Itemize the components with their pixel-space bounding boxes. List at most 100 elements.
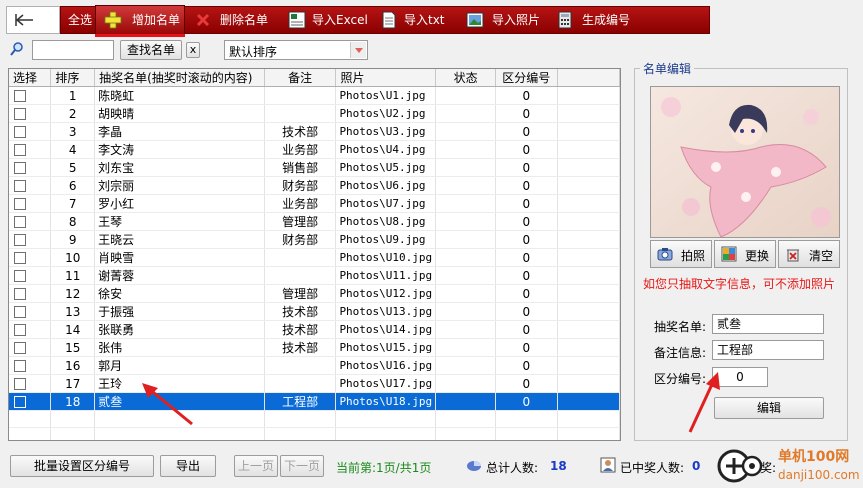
table-row[interactable]: 2 胡映晴 Photos\U2.jpg 0 xyxy=(9,104,620,123)
clear-search-button[interactable]: x xyxy=(186,42,200,58)
column-header-order[interactable]: 排序 xyxy=(50,69,96,87)
table-row[interactable]: 11 谢菁蓉 Photos\U11.jpg 0 xyxy=(9,266,620,285)
row-checkbox[interactable] xyxy=(14,288,26,300)
select-all-button[interactable]: 全选 xyxy=(66,6,94,34)
row-checkbox[interactable] xyxy=(14,234,26,246)
cell-code: 0 xyxy=(495,194,558,213)
cell-status xyxy=(435,176,496,195)
table-row[interactable]: 1 陈晓虹 Photos\U1.jpg 0 xyxy=(9,86,620,105)
table-row[interactable]: 15 张伟 技术部 Photos\U15.jpg 0 xyxy=(9,338,620,357)
row-checkbox[interactable] xyxy=(14,180,26,192)
cell-status xyxy=(435,410,496,428)
cell-status xyxy=(435,392,496,411)
column-header-name[interactable]: 抽奖名单(抽奖时滚动的内容) xyxy=(94,69,265,87)
cell-select xyxy=(9,427,52,440)
table-row[interactable]: 6 刘宗丽 财务部 Photos\U6.jpg 0 xyxy=(9,176,620,195)
import-photo-button[interactable]: 导入照片 xyxy=(464,6,546,34)
table-row[interactable] xyxy=(9,410,620,428)
cell-photo: Photos\U17.jpg xyxy=(335,374,437,393)
cell-name: 谢菁蓉 xyxy=(94,266,265,285)
table-row[interactable]: 8 王琴 管理部 Photos\U8.jpg 0 xyxy=(9,212,620,231)
row-checkbox[interactable] xyxy=(14,198,26,210)
row-checkbox[interactable] xyxy=(14,108,26,120)
edit-button[interactable]: 编辑 xyxy=(714,397,824,419)
cell-note: 销售部 xyxy=(264,158,337,177)
table-row[interactable]: 9 王晓云 财务部 Photos\U9.jpg 0 xyxy=(9,230,620,249)
cell-select xyxy=(9,410,52,428)
table-row[interactable]: 3 李晶 技术部 Photos\U3.jpg 0 xyxy=(9,122,620,141)
column-header-status[interactable]: 状态 xyxy=(435,69,496,87)
table-row[interactable]: 14 张联勇 技术部 Photos\U14.jpg 0 xyxy=(9,320,620,339)
row-checkbox[interactable] xyxy=(14,144,26,156)
cell-name: 王琴 xyxy=(94,212,265,231)
table-row[interactable]: 4 李文涛 业务部 Photos\U4.jpg 0 xyxy=(9,140,620,159)
editor-panel-title: 名单编辑 xyxy=(640,60,695,77)
table-row[interactable]: 12 徐安 管理部 Photos\U12.jpg 0 xyxy=(9,284,620,303)
cell-name: 刘东宝 xyxy=(94,158,265,177)
import-txt-label: 导入txt xyxy=(404,13,445,27)
name-list-table[interactable]: 选择 排序 抽奖名单(抽奖时滚动的内容) 备注 照片 状态 区分编号 1 陈晓虹 P… xyxy=(8,68,621,441)
find-list-button[interactable]: 查找名单 xyxy=(120,40,182,60)
table-row[interactable] xyxy=(9,427,620,440)
row-checkbox[interactable] xyxy=(14,360,26,372)
sort-select[interactable]: 默认排序 xyxy=(224,40,368,60)
name-field[interactable]: 贰叁 xyxy=(712,314,824,334)
take-photo-button[interactable]: 拍照 xyxy=(650,240,712,268)
export-button[interactable]: 导出 xyxy=(160,455,216,477)
cell-code: 0 xyxy=(495,356,558,375)
row-checkbox[interactable] xyxy=(14,126,26,138)
row-checkbox[interactable] xyxy=(14,270,26,282)
row-checkbox[interactable] xyxy=(14,306,26,318)
cell-photo: Photos\U18.jpg xyxy=(335,392,437,411)
row-checkbox[interactable] xyxy=(14,396,26,408)
cell-order: 14 xyxy=(50,320,96,339)
row-checkbox[interactable] xyxy=(14,378,26,390)
row-checkbox[interactable] xyxy=(14,342,26,354)
cell-order: 4 xyxy=(50,140,96,159)
cell-order: 9 xyxy=(50,230,96,249)
search-icon xyxy=(10,42,23,56)
cell-photo: Photos\U13.jpg xyxy=(335,302,437,321)
next-page-button[interactable]: 下一页 xyxy=(280,455,324,477)
cell-code: 0 xyxy=(495,302,558,321)
cell-note: 技术部 xyxy=(264,122,337,141)
row-checkbox[interactable] xyxy=(14,252,26,264)
import-txt-button[interactable]: 导入txt xyxy=(378,6,458,34)
add-list-button[interactable]: 增加名单 xyxy=(100,6,186,34)
row-checkbox[interactable] xyxy=(14,216,26,228)
chevron-down-icon xyxy=(350,42,366,58)
table-row[interactable]: 18 贰叁 工程部 Photos\U18.jpg 0 xyxy=(9,392,620,411)
generate-code-button[interactable]: 生成编号 xyxy=(554,6,640,34)
table-row[interactable]: 16 郭月 Photos\U16.jpg 0 xyxy=(9,356,620,375)
calculator-icon xyxy=(558,11,572,29)
clear-photo-button[interactable]: 清空 xyxy=(778,240,840,268)
prev-page-button[interactable]: 上一页 xyxy=(234,455,278,477)
cell-photo: Photos\U12.jpg xyxy=(335,284,437,303)
cell-filler xyxy=(557,86,620,105)
search-input[interactable] xyxy=(32,40,114,60)
import-excel-button[interactable]: 导入Excel xyxy=(286,6,368,34)
table-row[interactable]: 10 肖映雪 Photos\U10.jpg 0 xyxy=(9,248,620,267)
row-checkbox[interactable] xyxy=(14,324,26,336)
note-field[interactable]: 工程部 xyxy=(712,340,824,360)
table-row[interactable]: 17 王玲 Photos\U17.jpg 0 xyxy=(9,374,620,393)
column-header-note[interactable]: 备注 xyxy=(264,69,337,87)
column-header-photo[interactable]: 照片 xyxy=(335,69,437,87)
cell-photo: Photos\U11.jpg xyxy=(335,266,437,285)
cell-note xyxy=(264,410,337,428)
table-row[interactable]: 7 罗小红 业务部 Photos\U7.jpg 0 xyxy=(9,194,620,213)
table-row[interactable]: 13 于振强 技术部 Photos\U13.jpg 0 xyxy=(9,302,620,321)
cell-order: 17 xyxy=(50,374,96,393)
delete-list-button[interactable]: 删除名单 xyxy=(192,6,278,34)
batch-set-code-button[interactable]: 批量设置区分编号 xyxy=(10,455,154,477)
table-row[interactable]: 5 刘东宝 销售部 Photos\U5.jpg 0 xyxy=(9,158,620,177)
cell-photo: Photos\U3.jpg xyxy=(335,122,437,141)
column-header-code[interactable]: 区分编号 xyxy=(495,69,558,87)
cell-order: 7 xyxy=(50,194,96,213)
column-header-select[interactable]: 选择 xyxy=(9,69,52,87)
back-button[interactable] xyxy=(6,6,60,34)
cell-order: 15 xyxy=(50,338,96,357)
change-photo-button[interactable]: 更换 xyxy=(714,240,776,268)
row-checkbox[interactable] xyxy=(14,90,26,102)
row-checkbox[interactable] xyxy=(14,162,26,174)
